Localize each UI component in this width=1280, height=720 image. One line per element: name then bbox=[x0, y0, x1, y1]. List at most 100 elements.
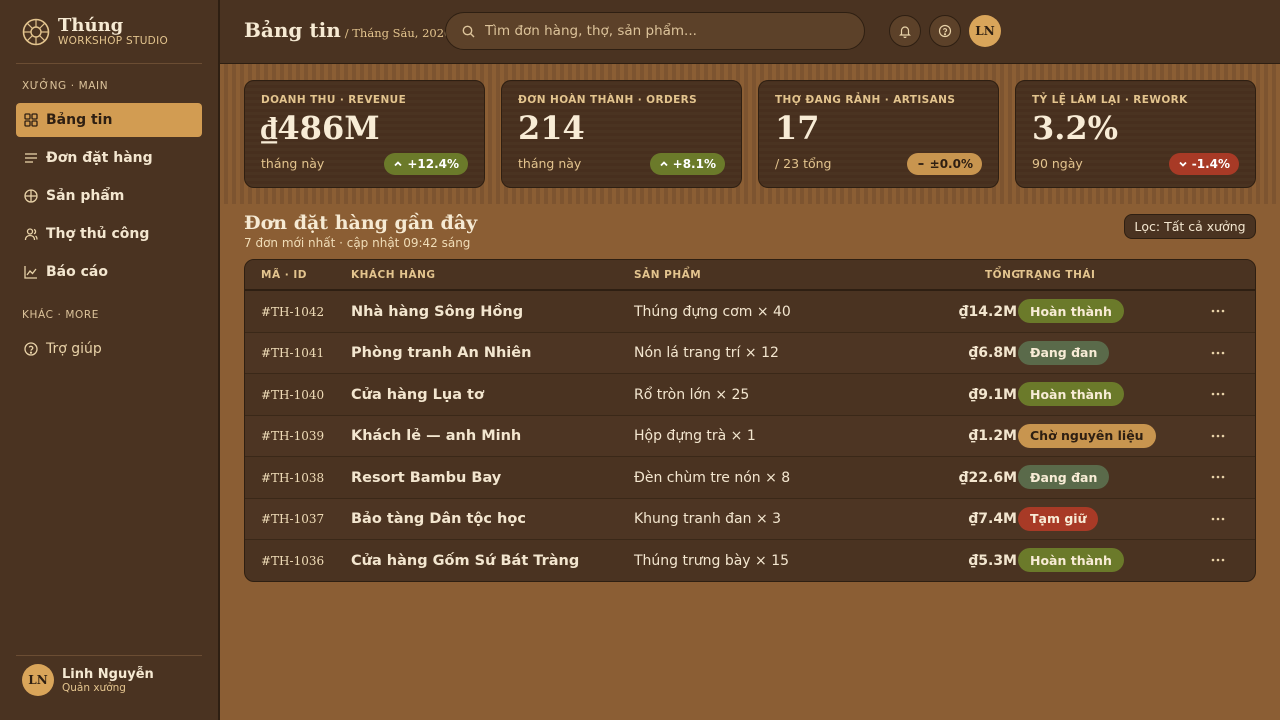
orders-table: MÃ · ID KHÁCH HÀNG SẢN PHẨM TỔNG TRẠNG T… bbox=[244, 259, 1256, 582]
row-more-button[interactable] bbox=[1210, 469, 1226, 485]
order-id: #TH-1038 bbox=[261, 470, 325, 485]
help-button[interactable] bbox=[929, 15, 961, 47]
stat-delta-badge: ±0.0% bbox=[906, 153, 982, 175]
order-customer: Bảo tàng Dân tộc học bbox=[351, 511, 526, 527]
status-badge: Hoàn thành bbox=[1018, 299, 1124, 323]
order-total: ₫5.3M bbox=[968, 552, 1017, 569]
minus-icon bbox=[918, 163, 924, 165]
order-total: ₫1.2M bbox=[968, 428, 1017, 444]
top-header: Bảng tin / Tháng Sáu, 2026 LN bbox=[220, 0, 1280, 64]
sidebar-item-dashboard[interactable]: Bảng tin bbox=[16, 103, 202, 137]
notifications-button[interactable] bbox=[889, 15, 921, 47]
column-header-customer[interactable]: KHÁCH HÀNG bbox=[351, 269, 436, 281]
order-customer: Resort Bambu Bay bbox=[351, 469, 502, 486]
table-row[interactable]: #TH-1037 Bảo tàng Dân tộc học Khung tranh … bbox=[245, 498, 1255, 540]
stat-label: THỢ ĐANG RẢNH · ARTISANS bbox=[775, 94, 956, 106]
stat-value: 3.2% bbox=[1032, 109, 1119, 147]
search-input[interactable] bbox=[485, 23, 845, 39]
status-badge: Tạm giữ bbox=[1018, 506, 1099, 531]
table-row[interactable]: #TH-1041 Phòng tranh An Nhiên Nón lá trang… bbox=[245, 332, 1255, 374]
stat-value: 17 bbox=[775, 109, 820, 147]
table-row[interactable]: #TH-1036 Cửa hàng Gốm Sứ Bát Tràng Thúng t… bbox=[245, 540, 1255, 581]
chevron-up-icon bbox=[660, 161, 668, 167]
order-id: #TH-1040 bbox=[261, 387, 325, 402]
page-date: / Tháng Sáu, 2026 bbox=[344, 26, 452, 40]
sidebar-item-artisans[interactable]: Thợ thủ công bbox=[16, 217, 202, 251]
stat-delta: ±0.0% bbox=[929, 157, 973, 171]
more-options-icon bbox=[1211, 309, 1225, 313]
orders-subtitle: 7 đơn mới nhất · cập nhật 09:42 sáng bbox=[244, 236, 471, 250]
user-role: Quản xưởng bbox=[62, 681, 126, 694]
chevron-up-icon bbox=[394, 161, 402, 167]
order-customer: Cửa hàng Gốm Sứ Bát Tràng bbox=[351, 552, 580, 569]
brand[interactable]: Thúng WORKSHOP STUDIO bbox=[22, 16, 168, 47]
table-row[interactable]: #TH-1042 Nhà hàng Sông Hồng Thúng đựng cơm… bbox=[245, 291, 1255, 333]
sidebar-item-label: Trợ giúp bbox=[46, 341, 102, 357]
order-id: #TH-1042 bbox=[261, 304, 325, 319]
table-row[interactable]: #TH-1038 Resort Bambu Bay Đèn chùm tre nón… bbox=[245, 457, 1255, 499]
order-product: Thúng đựng cơm × 40 bbox=[634, 303, 791, 320]
order-customer: Khách lẻ — anh Minh bbox=[351, 428, 522, 444]
more-options-icon bbox=[1211, 517, 1225, 520]
status-badge: Hoàn thành bbox=[1018, 548, 1124, 572]
table-row[interactable]: #TH-1039 Khách lẻ — anh Minh Hộp đựng trà … bbox=[245, 415, 1255, 457]
sidebar-divider bbox=[16, 655, 202, 656]
status-badge: Đang đan bbox=[1018, 465, 1110, 489]
order-product: Rổ tròn lớn × 25 bbox=[634, 386, 750, 403]
sidebar-item-products[interactable]: Sản phẩm bbox=[16, 179, 202, 213]
stat-value: 214 bbox=[518, 109, 585, 147]
search-bar[interactable] bbox=[445, 12, 865, 50]
avatar: LN bbox=[22, 664, 54, 696]
stat-delta: -1.4% bbox=[1191, 157, 1230, 171]
order-product: Nón lá trang trí × 12 bbox=[634, 345, 779, 361]
table-row[interactable]: #TH-1040 Cửa hàng Lụa tơ Rổ tròn lớn × 25 ₫… bbox=[245, 374, 1255, 416]
header-avatar[interactable]: LN bbox=[969, 15, 1001, 47]
stat-card-revenue: DOANH THU · REVENUE ₫486M tháng này +12.… bbox=[244, 80, 485, 188]
stat-foot: / 23 tổng bbox=[775, 156, 832, 171]
column-header-product[interactable]: SẢN PHẨM bbox=[634, 269, 701, 281]
workshop-filter-button[interactable]: Lọc: Tất cả xưởng bbox=[1124, 214, 1256, 239]
row-more-button[interactable] bbox=[1210, 552, 1226, 568]
column-header-total[interactable]: TỔNG bbox=[985, 269, 1021, 281]
stat-foot: 90 ngày bbox=[1032, 156, 1083, 171]
stat-delta-badge: +8.1% bbox=[649, 153, 725, 175]
brand-subtitle: WORKSHOP STUDIO bbox=[58, 35, 169, 47]
page-title-text: Bảng tin bbox=[244, 18, 341, 42]
user-name: Linh Nguyễn bbox=[62, 666, 154, 682]
order-id: #TH-1041 bbox=[261, 346, 325, 360]
row-more-button[interactable] bbox=[1210, 428, 1226, 444]
user-profile[interactable]: LN Linh Nguyễn Quản xưởng bbox=[22, 664, 154, 696]
sidebar-item-orders[interactable]: Đơn đặt hàng bbox=[16, 141, 202, 175]
sidebar-item-label: Đơn đặt hàng bbox=[46, 150, 153, 166]
sidebar-item-reports[interactable]: Báo cáo bbox=[16, 255, 202, 289]
order-total: ₫9.1M bbox=[968, 386, 1017, 403]
chart-icon bbox=[24, 266, 37, 279]
stat-foot: tháng này bbox=[261, 156, 325, 171]
stat-value: ₫486M bbox=[261, 109, 380, 147]
column-header-id[interactable]: MÃ · ID bbox=[261, 269, 307, 281]
stat-delta-badge: +12.4% bbox=[384, 153, 468, 175]
stat-label: TỶ LỆ LÀM LẠI · REWORK bbox=[1032, 94, 1188, 106]
row-more-button[interactable] bbox=[1210, 386, 1226, 402]
list-icon bbox=[25, 153, 37, 163]
stat-foot: tháng này bbox=[518, 156, 582, 171]
section-label-more: KHÁC · MORE bbox=[22, 309, 99, 321]
order-total: ₫22.6M bbox=[958, 469, 1017, 486]
section-label-main: XƯỞNG · MAIN bbox=[22, 80, 109, 92]
table-header: MÃ · ID KHÁCH HÀNG SẢN PHẨM TỔNG TRẠNG T… bbox=[245, 260, 1255, 291]
row-more-button[interactable] bbox=[1210, 511, 1226, 527]
row-more-button[interactable] bbox=[1210, 345, 1226, 361]
status-badge: Đang đan bbox=[1018, 340, 1110, 365]
row-more-button[interactable] bbox=[1210, 303, 1226, 319]
order-total: ₫7.4M bbox=[968, 511, 1017, 527]
column-header-status[interactable]: TRẠNG THÁI bbox=[1018, 269, 1095, 281]
order-id: #TH-1039 bbox=[261, 429, 325, 443]
order-product: Hộp đựng trà × 1 bbox=[634, 428, 756, 444]
more-options-icon bbox=[1211, 475, 1225, 479]
sidebar-item-help[interactable]: Trợ giúp bbox=[16, 332, 202, 366]
order-id: #TH-1037 bbox=[261, 512, 325, 526]
search-icon bbox=[462, 25, 475, 37]
sidebar-item-label: Thợ thủ công bbox=[46, 226, 150, 242]
help-icon bbox=[938, 24, 952, 38]
grid-icon bbox=[24, 113, 38, 127]
